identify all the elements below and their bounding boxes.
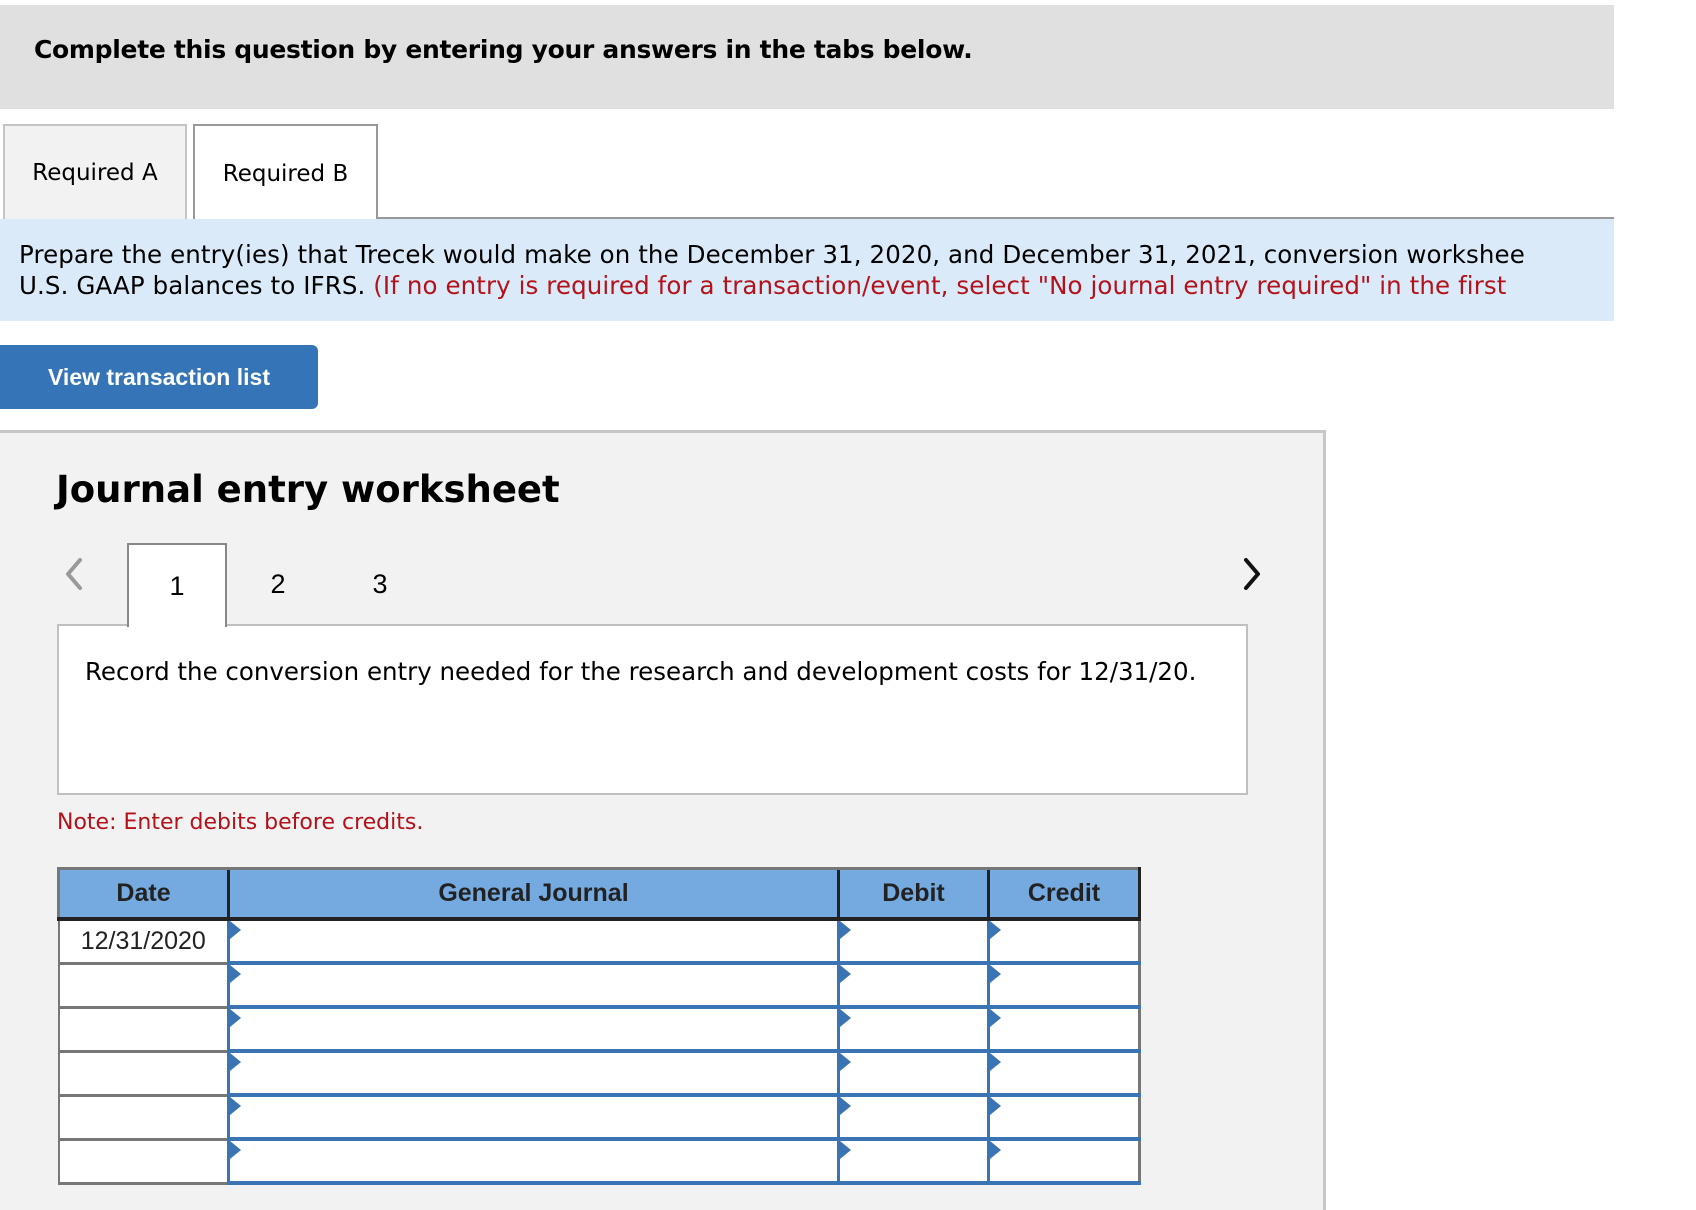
- input-marker-icon: [840, 1053, 851, 1071]
- input-marker-icon: [230, 965, 241, 983]
- view-transaction-list-button[interactable]: View transaction list: [0, 345, 318, 409]
- input-marker-icon: [990, 1141, 1001, 1159]
- general-journal-select[interactable]: [227, 961, 840, 1009]
- debit-input[interactable]: [837, 917, 990, 965]
- date-cell: [57, 963, 230, 1009]
- worksheet-title: Journal entry worksheet: [56, 468, 560, 511]
- debits-credits-note: Note: Enter debits before credits.: [57, 810, 424, 835]
- date-cell: [57, 1051, 230, 1097]
- debit-input[interactable]: [837, 1093, 990, 1141]
- input-marker-icon: [840, 965, 851, 983]
- table-row: [57, 1049, 1141, 1097]
- general-journal-select[interactable]: [227, 917, 840, 965]
- column-header-date: Date: [57, 867, 229, 921]
- instructions-line-2: U.S. GAAP balances to IFRS. (If no entry…: [19, 271, 1506, 300]
- input-marker-icon: [840, 921, 851, 939]
- date-cell: 12/31/2020: [57, 919, 230, 965]
- table-row: [57, 961, 1141, 1009]
- input-marker-icon: [990, 1097, 1001, 1115]
- tab-required-b[interactable]: Required B: [193, 124, 378, 221]
- chevron-left-icon[interactable]: [60, 552, 90, 596]
- table-row: [57, 1093, 1141, 1141]
- input-marker-icon: [230, 1141, 241, 1159]
- worksheet-page-tab-3[interactable]: 3: [330, 543, 430, 625]
- table-row: [57, 1137, 1141, 1185]
- worksheet-page-tab-2[interactable]: 2: [228, 543, 328, 625]
- input-marker-icon: [230, 1053, 241, 1071]
- input-marker-icon: [990, 921, 1001, 939]
- debit-input[interactable]: [837, 1049, 990, 1097]
- credit-input[interactable]: [987, 917, 1141, 965]
- question-header: Complete this question by entering your …: [0, 5, 1614, 109]
- general-journal-select[interactable]: [227, 1005, 840, 1053]
- credit-input[interactable]: [987, 961, 1141, 1009]
- debit-input[interactable]: [837, 1137, 990, 1185]
- worksheet-page-tab-1[interactable]: 1: [127, 543, 227, 627]
- instructions-box: Prepare the entry(ies) that Trecek would…: [0, 219, 1614, 321]
- credit-input[interactable]: [987, 1049, 1141, 1097]
- debit-input[interactable]: [837, 961, 990, 1009]
- column-header-general-journal: General Journal: [227, 867, 839, 921]
- date-cell: [57, 1139, 230, 1185]
- instructions-warning: (If no entry is required for a transacti…: [373, 271, 1507, 300]
- input-marker-icon: [840, 1141, 851, 1159]
- input-marker-icon: [990, 965, 1001, 983]
- general-journal-select[interactable]: [227, 1137, 840, 1185]
- table-row: [57, 1005, 1141, 1053]
- table-header-row: Date General Journal Debit Credit: [57, 867, 1141, 921]
- entry-description: Record the conversion entry needed for t…: [85, 657, 1197, 686]
- general-journal-select[interactable]: [227, 1093, 840, 1141]
- credit-input[interactable]: [987, 1005, 1141, 1053]
- debit-input[interactable]: [837, 1005, 990, 1053]
- date-cell: [57, 1007, 230, 1053]
- date-cell: [57, 1095, 230, 1141]
- credit-input[interactable]: [987, 1093, 1141, 1141]
- general-journal-table: Date General Journal Debit Credit 12/31/…: [57, 867, 1141, 1185]
- table-row: 12/31/2020: [57, 917, 1141, 965]
- general-journal-select[interactable]: [227, 1049, 840, 1097]
- input-marker-icon: [990, 1009, 1001, 1027]
- entry-description-box: Record the conversion entry needed for t…: [57, 624, 1248, 795]
- input-marker-icon: [990, 1053, 1001, 1071]
- question-instruction: Complete this question by entering your …: [34, 35, 973, 64]
- tab-required-a[interactable]: Required A: [3, 124, 187, 219]
- input-marker-icon: [230, 1009, 241, 1027]
- input-marker-icon: [840, 1009, 851, 1027]
- input-marker-icon: [840, 1097, 851, 1115]
- instructions-text: U.S. GAAP balances to IFRS.: [19, 271, 374, 300]
- column-header-debit: Debit: [837, 867, 989, 921]
- input-marker-icon: [230, 1097, 241, 1115]
- chevron-right-icon[interactable]: [1236, 552, 1266, 596]
- credit-input[interactable]: [987, 1137, 1141, 1185]
- instructions-line-1: Prepare the entry(ies) that Trecek would…: [19, 240, 1525, 269]
- column-header-credit: Credit: [987, 867, 1141, 921]
- input-marker-icon: [230, 921, 241, 939]
